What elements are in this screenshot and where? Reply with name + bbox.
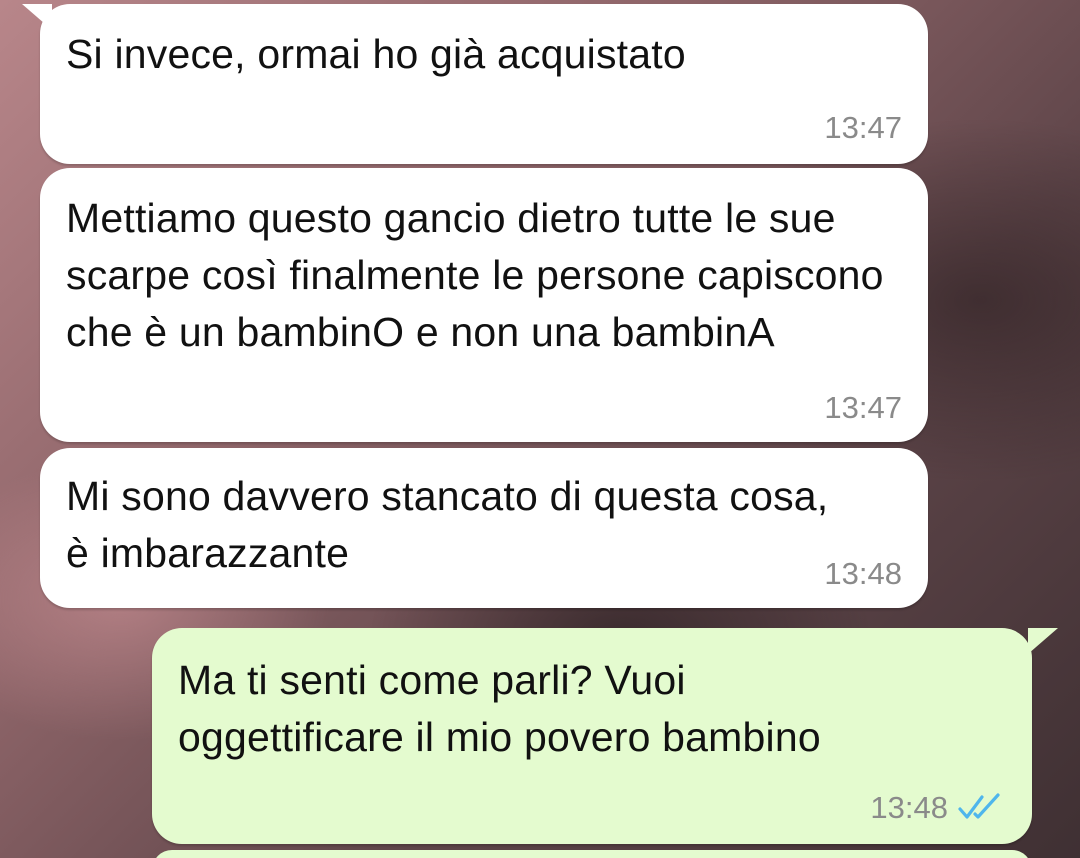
double-check-icon [958, 793, 1000, 819]
outgoing-message-bubble-partial [152, 850, 1032, 858]
outgoing-message-bubble[interactable]: Ma ti senti come parli? Vuoi oggettifica… [152, 628, 1058, 844]
incoming-message-bubble[interactable]: Mi sono davvero stancato di questa cosa,… [40, 448, 928, 608]
bubble-tail [22, 4, 52, 30]
message-text: Mi sono davvero stancato di questa cosa,… [66, 473, 829, 576]
message-timestamp: 13:48 [824, 556, 902, 591]
message-text: Mettiamo questo gancio dietro tutte le s… [66, 195, 884, 355]
message-text: Si invece, ormai ho già acquistato [66, 31, 686, 77]
message-timestamp: 13:47 [824, 390, 902, 425]
message-timestamp: 13:48 [870, 790, 948, 825]
incoming-message-bubble[interactable]: Mettiamo questo gancio dietro tutte le s… [40, 168, 928, 442]
message-timestamp: 13:47 [824, 110, 902, 145]
chat-conversation: Si invece, ormai ho già acquistato 13:47… [0, 0, 1080, 858]
bubble-tail [1028, 628, 1058, 654]
incoming-message-bubble[interactable]: Si invece, ormai ho già acquistato 13:47 [22, 4, 928, 164]
message-text: Ma ti senti come parli? Vuoi oggettifica… [178, 657, 821, 760]
